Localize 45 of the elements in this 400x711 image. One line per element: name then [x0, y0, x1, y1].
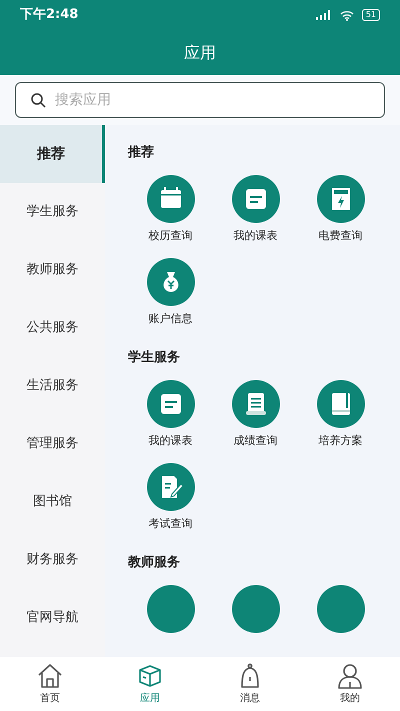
app-label[interactable]: 我的课表 [148, 433, 192, 449]
page-title: 应用 [184, 42, 216, 64]
sidebar-item[interactable]: 推荐 [0, 125, 105, 183]
tab-item[interactable]: 首页 [0, 657, 100, 711]
section-title: 教师服务 [128, 554, 181, 572]
sidebar-item[interactable]: 管理服务 [0, 415, 105, 473]
search-icon [31, 93, 46, 108]
battery-indicator: 51 [362, 9, 380, 21]
app-label[interactable]: 账户信息 [148, 311, 192, 327]
app-label[interactable]: 培养方案 [318, 433, 362, 449]
sidebar-item[interactable]: 学生服务 [0, 183, 105, 241]
sidebar-item[interactable]: 公共服务 [0, 299, 105, 357]
sidebar-item[interactable]: 生活服务 [0, 357, 105, 415]
meter-icon[interactable] [316, 175, 364, 223]
tab-item[interactable]: 我的 [300, 657, 400, 711]
scroll-icon[interactable] [232, 380, 280, 428]
app-label[interactable]: 考试查询 [148, 516, 192, 532]
app-icon[interactable] [232, 585, 280, 633]
section-title: 学生服务 [128, 349, 181, 367]
home-icon [37, 662, 63, 688]
calendar-icon[interactable] [146, 175, 194, 223]
app-label[interactable]: 电费查询 [318, 228, 362, 244]
sidebar-item[interactable]: 官网导航 [0, 589, 105, 647]
tab-item[interactable]: 应用 [100, 657, 200, 711]
person-icon [337, 662, 363, 688]
moneybag-icon[interactable] [146, 258, 194, 306]
section-title: 推荐 [128, 144, 155, 162]
app-icon[interactable] [146, 585, 194, 633]
wifi-icon [340, 10, 354, 20]
box-icon [137, 662, 163, 688]
signal-icon [316, 10, 332, 20]
sidebar-item[interactable]: 财务服务 [0, 531, 105, 589]
note-icon[interactable] [146, 380, 194, 428]
app-icon[interactable] [316, 585, 364, 633]
tab-item[interactable]: 消息 [200, 657, 300, 711]
sidebar-item[interactable]: 教师服务 [0, 241, 105, 299]
book-icon[interactable] [316, 380, 364, 428]
app-label[interactable]: 成绩查询 [234, 433, 278, 449]
app-label[interactable]: 校历查询 [148, 228, 192, 244]
note-icon[interactable] [232, 175, 280, 223]
status-time: 下午2:48 [20, 6, 78, 24]
search-field[interactable]: 搜索应用 [15, 82, 385, 118]
sidebar-item[interactable]: 图书馆 [0, 473, 105, 531]
app-label[interactable]: 我的课表 [234, 228, 278, 244]
edit-icon[interactable] [146, 463, 194, 511]
